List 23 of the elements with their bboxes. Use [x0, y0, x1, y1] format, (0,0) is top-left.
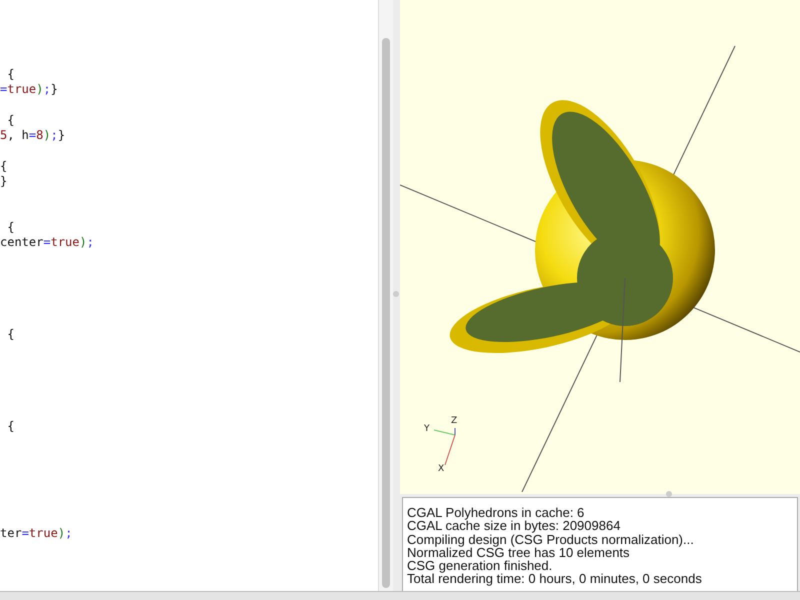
- code-line: =true);}: [0, 82, 59, 98]
- axis-label: Z: [451, 417, 458, 426]
- code-line: {: [6, 112, 16, 128]
- code-line: {: [6, 220, 16, 236]
- scrollbar-thumb[interactable]: [382, 38, 390, 588]
- code-line: {: [0, 158, 8, 174]
- console-line: CGAL cache size in bytes: 20909864: [407, 519, 622, 533]
- code-line: {: [6, 327, 16, 342]
- axis-label: X: [438, 465, 444, 474]
- console-line: Normalized CSG tree has 10 elements: [407, 546, 630, 560]
- code-line: }: [0, 174, 8, 190]
- console-line: Total rendering time: 0 hours, 0 minutes, 0 seconds: [407, 572, 703, 586]
- code-line: {: [6, 67, 16, 82]
- code-line: ter=true);: [0, 526, 74, 542]
- console-line: Compiling design (CSG Products normalization)...: [407, 532, 695, 546]
- code-line: {: [6, 418, 16, 434]
- axis-indicator-icon: [434, 428, 456, 466]
- code-line: 5, h=8);}: [0, 128, 66, 144]
- axis-label: Y: [424, 425, 430, 434]
- code-line: center=true);: [0, 235, 95, 251]
- console-line: CSG generation finished.: [407, 559, 554, 572]
- 3d-viewport[interactable]: Y Z X: [400, 0, 800, 494]
- console-line: CGAL Polyhedrons in cache: 6: [407, 506, 586, 520]
